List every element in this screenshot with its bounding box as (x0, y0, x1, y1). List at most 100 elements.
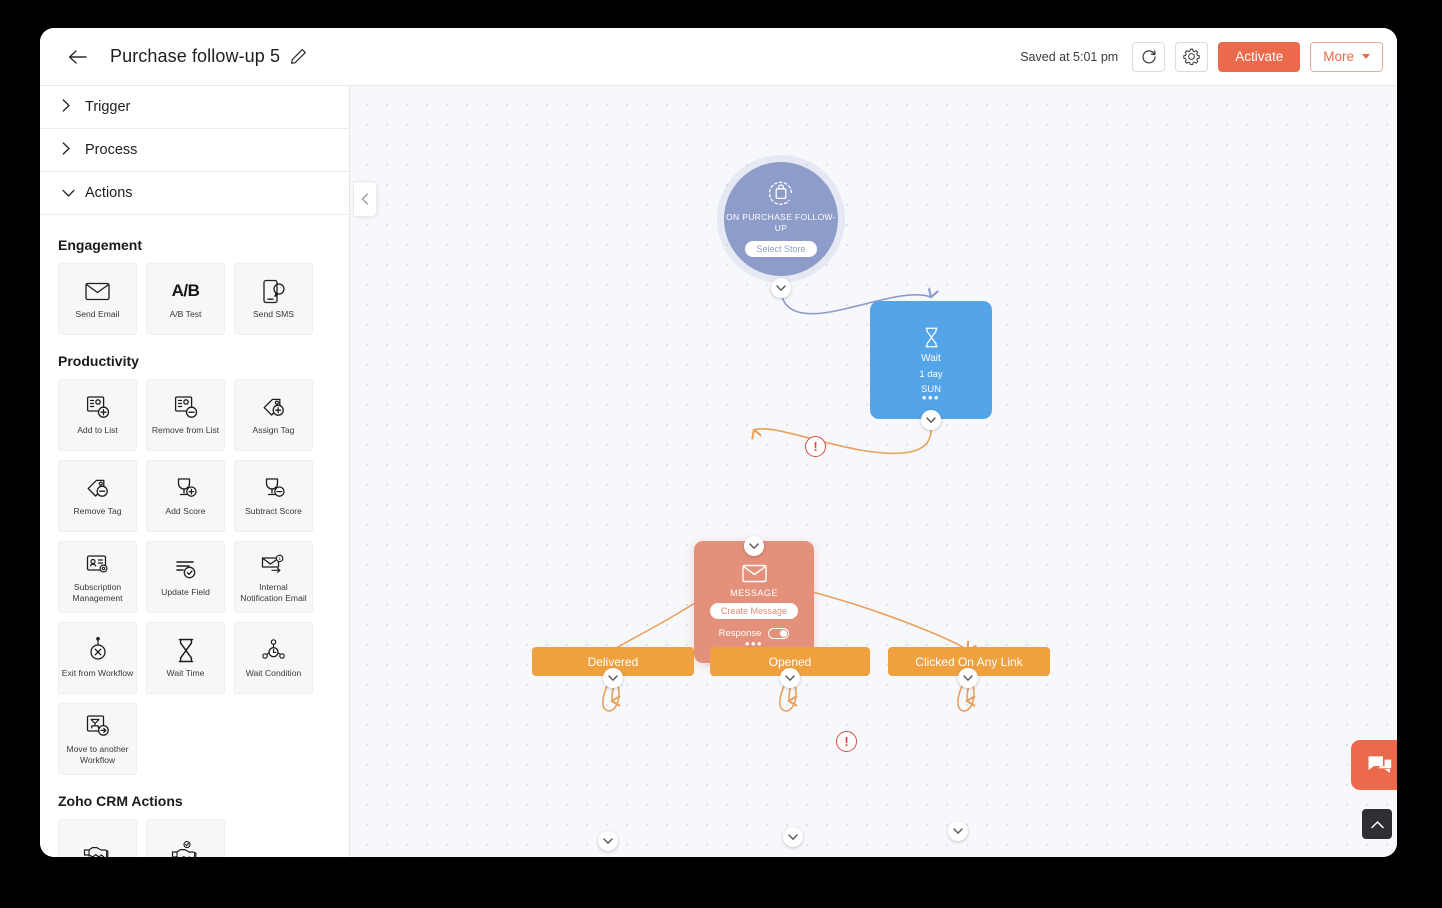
message-warning-badge[interactable]: ! (805, 436, 826, 457)
tile-label: Add to List (77, 425, 118, 436)
contact-remove-icon (174, 394, 198, 420)
pencil-icon (291, 49, 306, 64)
tile-move-to-another-workflow[interactable]: Move to another Workflow (58, 703, 137, 775)
add-to-list-output-port[interactable] (598, 831, 618, 851)
sms-output-port[interactable] (783, 827, 803, 847)
condition-clock-icon (261, 637, 286, 663)
trophy-add-icon (174, 475, 198, 501)
activate-button[interactable]: Activate (1218, 41, 1301, 72)
create-message-button[interactable]: Create Message (709, 603, 799, 619)
tile-label: Update Field (161, 587, 210, 598)
tile-grid-productivity: Add to List Remove from List Assign Tag (58, 379, 331, 775)
tile-crm-deal-check[interactable] (146, 819, 225, 857)
tile-send-email[interactable]: Send Email (58, 263, 137, 335)
tile-label: Send Email (75, 309, 120, 320)
actions-sidebar: Trigger Process Actions Engagement Send … (40, 86, 350, 857)
tile-exit-from-workflow[interactable]: Exit from Workflow (58, 622, 137, 694)
sms-warning-badge[interactable]: ! (836, 731, 857, 752)
more-button[interactable]: More (1310, 41, 1383, 72)
back-button[interactable] (64, 44, 90, 70)
tile-crm-deal[interactable] (58, 819, 137, 857)
trophy-remove-icon (262, 475, 286, 501)
list-check-icon (174, 556, 198, 582)
chevron-down-icon (953, 827, 963, 834)
scroll-to-top-button[interactable] (1362, 809, 1392, 839)
refresh-button[interactable] (1132, 41, 1166, 72)
group-title-productivity: Productivity (58, 353, 139, 369)
sidebar-section-label: Actions (85, 185, 133, 201)
tile-subtract-score[interactable]: Subtract Score (234, 460, 313, 532)
workflow-canvas[interactable]: ON PURCHASE FOLLOW-UP Select Store Wait … (350, 86, 1397, 857)
sidebar-section-process[interactable]: Process (40, 129, 349, 172)
node-message[interactable]: MESSAGE Create Message Response ••• (694, 541, 814, 663)
tile-ab-test[interactable]: A/B A/B Test (146, 263, 225, 335)
tile-add-to-list[interactable]: Add to List (58, 379, 137, 451)
chevron-down-icon (963, 674, 973, 681)
chevron-left-icon (361, 193, 369, 205)
wait-title: Wait (921, 353, 941, 364)
collapse-sidebar-handle[interactable] (353, 181, 377, 217)
tile-label: A/B Test (169, 309, 202, 320)
assign-tags-output-port[interactable] (948, 821, 968, 841)
top-toolbar: Purchase follow-up 5 Saved at 5:01 pm Ac… (40, 28, 1397, 86)
envelope-icon (85, 278, 110, 304)
branch-opened-port[interactable] (780, 668, 800, 688)
tile-send-sms[interactable]: Send SMS (234, 263, 313, 335)
sidebar-section-trigger[interactable]: Trigger (40, 86, 349, 129)
select-store-button[interactable]: Select Store (745, 241, 817, 258)
envelope-notify-icon: 1 (261, 551, 286, 577)
chevron-down-icon (785, 674, 795, 681)
refresh-icon (1142, 49, 1156, 64)
tile-label: Remove from List (151, 425, 220, 436)
tile-remove-from-list[interactable]: Remove from List (146, 379, 225, 451)
tile-label: Internal Notification Email (240, 581, 307, 603)
sidebar-tile-area: Engagement Send Email A/B A/B Test Send … (40, 215, 349, 857)
contact-add-icon (86, 394, 110, 420)
edit-title-button[interactable] (290, 48, 307, 65)
tag-remove-icon (86, 475, 110, 501)
wait-duration: 1 day (919, 369, 943, 380)
tag-add-icon (262, 394, 286, 420)
chat-bubble-icon (1368, 756, 1392, 773)
handshake-icon (83, 840, 113, 857)
node-trigger[interactable]: ON PURCHASE FOLLOW-UP Select Store (724, 162, 838, 276)
wait-output-port[interactable] (921, 410, 941, 430)
group-title-engagement: Engagement (58, 237, 143, 253)
node-wait[interactable]: Wait 1 day SUN ••• (870, 301, 992, 419)
hourglass-icon (924, 327, 938, 348)
tile-label: Move to another Workflow (66, 743, 129, 765)
message-output-port[interactable] (744, 536, 764, 556)
tile-label: Add Score (165, 506, 206, 517)
chevron-down-icon (788, 833, 798, 840)
tile-wait-condition[interactable]: Wait Condition (234, 622, 313, 694)
branch-delivered-port[interactable] (603, 668, 623, 688)
tile-label: Exit from Workflow (61, 668, 134, 679)
wait-more-options[interactable]: ••• (870, 391, 992, 404)
tile-label: Assign Tag (252, 425, 295, 436)
branch-clicked-port[interactable] (958, 668, 978, 688)
page-title: Purchase follow-up 5 (110, 46, 281, 66)
move-workflow-icon (86, 713, 110, 739)
tile-label: Subscription Management (72, 581, 123, 603)
sidebar-section-actions[interactable]: Actions (40, 172, 349, 215)
trigger-title: ON PURCHASE FOLLOW-UP (726, 211, 836, 233)
toolbar-actions: Saved at 5:01 pm Activate More (1020, 41, 1383, 72)
chevron-down-icon (603, 837, 613, 844)
settings-button[interactable] (1175, 41, 1209, 72)
chat-support-button[interactable] (1351, 740, 1397, 790)
tile-internal-notification-email[interactable]: 1 Internal Notification Email (234, 541, 313, 613)
tile-add-score[interactable]: Add Score (146, 460, 225, 532)
chevron-down-icon (608, 674, 618, 681)
arrow-left-icon (68, 49, 87, 64)
tile-assign-tag[interactable]: Assign Tag (234, 379, 313, 451)
tile-update-field[interactable]: Update Field (146, 541, 225, 613)
chevron-down-icon (776, 284, 786, 291)
tile-wait-time[interactable]: Wait Time (146, 622, 225, 694)
tile-remove-tag[interactable]: Remove Tag (58, 460, 137, 532)
trigger-output-port[interactable] (771, 278, 791, 298)
response-toggle[interactable] (768, 628, 790, 639)
tile-subscription-management[interactable]: Subscription Management (58, 541, 137, 613)
hourglass-icon (176, 637, 196, 663)
tile-label: Wait Condition (245, 668, 302, 679)
chevron-down-icon (62, 186, 80, 201)
